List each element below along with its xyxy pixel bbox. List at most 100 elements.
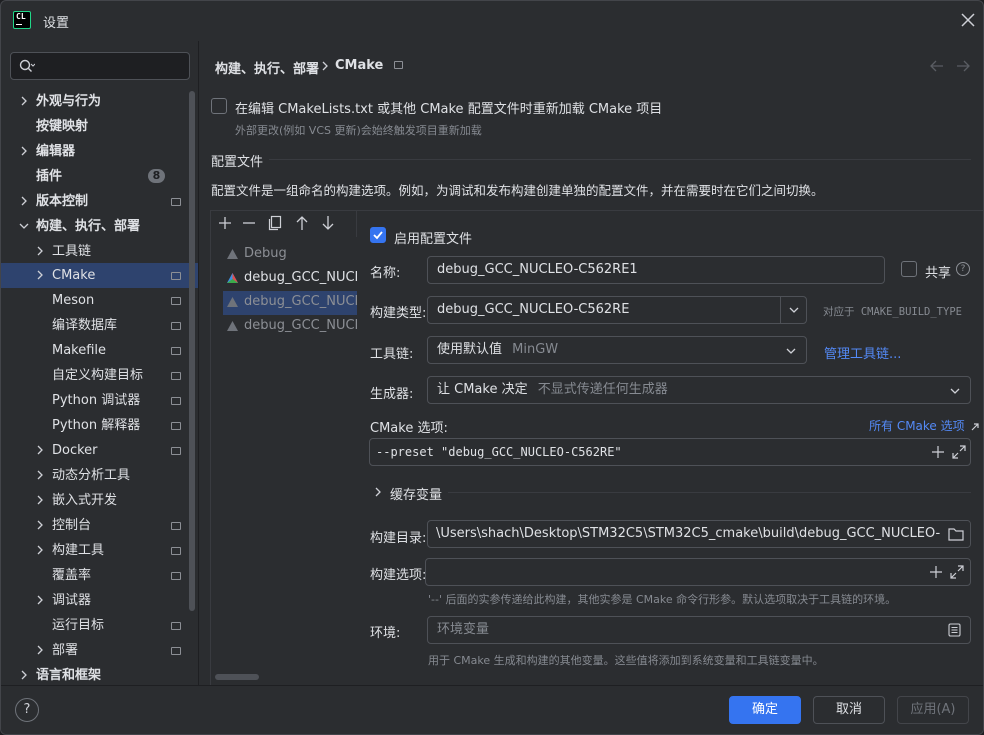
sidebar-item-embedded-dev[interactable]: 嵌入式开发: [1, 488, 189, 513]
insert-macro-icon[interactable]: [932, 446, 944, 458]
chevron-right-icon: [37, 545, 43, 555]
project-scope-icon: [394, 61, 403, 69]
build-options-field[interactable]: [425, 558, 971, 586]
project-scope-icon: [171, 647, 181, 655]
build-dir-value: \Users\shach\Desktop\STM32C5\STM32C5_cma…: [436, 526, 971, 541]
build-type-dropdown-button[interactable]: [780, 297, 806, 323]
sidebar-item-toolchains[interactable]: 工具链: [1, 239, 189, 264]
help-button[interactable]: ?: [15, 698, 39, 722]
build-type-combo[interactable]: debug_GCC_NUCLEO-C562RE: [427, 296, 807, 324]
sidebar-item-label: 构建、执行、部署: [36, 219, 141, 234]
toolchain-value: 使用默认值: [437, 342, 503, 357]
profile-item-debug[interactable]: Debug: [223, 242, 357, 266]
chevron-right-icon: [21, 196, 27, 206]
cancel-button[interactable]: 取消: [813, 696, 885, 724]
sidebar-item-meson[interactable]: Meson: [1, 288, 189, 313]
breadcrumb-parent[interactable]: 构建、执行、部署: [215, 58, 319, 77]
copy-icon[interactable]: [268, 215, 282, 231]
sidebar-item-appearance[interactable]: 外观与行为: [1, 89, 189, 114]
build-type-hint: 对应于 CMAKE_BUILD_TYPE: [823, 306, 962, 318]
sidebar-item-custom-build-targets[interactable]: 自定义构建目标: [1, 363, 189, 388]
sidebar-item-coverage[interactable]: 覆盖率: [1, 563, 189, 588]
toolchain-combo[interactable]: 使用默认值 MinGW: [427, 336, 807, 364]
env-field[interactable]: 环境变量: [427, 616, 971, 644]
back-arrow-icon[interactable]: [930, 60, 944, 72]
sidebar-item-label: 自定义构建目标: [52, 368, 144, 383]
generator-combo[interactable]: 让 CMake 决定 不显式传递任何生成器: [427, 376, 971, 404]
apply-button[interactable]: 应用(A): [897, 696, 969, 724]
help-icon[interactable]: ?: [956, 262, 970, 276]
remove-icon[interactable]: [242, 216, 256, 230]
project-scope-icon: [171, 198, 181, 206]
profile-item[interactable]: debug_GCC_NUCLEO-C562RE: [223, 290, 436, 314]
search-input[interactable]: [10, 52, 190, 80]
project-scope-icon: [171, 447, 181, 455]
sidebar-item-docker[interactable]: Docker: [1, 438, 189, 463]
generator-label: 生成器:: [370, 387, 414, 402]
edit-env-list-icon[interactable]: [948, 623, 961, 637]
sidebar-item-label: 运行目标: [52, 618, 105, 633]
sidebar-item-dynamic-analysis[interactable]: 动态分析工具: [1, 463, 189, 488]
sidebar-item-vcs[interactable]: 版本控制: [1, 189, 189, 214]
project-scope-icon: [171, 522, 181, 530]
sidebar-scrollbar[interactable]: [189, 91, 195, 611]
settings-window: CL 设置 外观与行为 按键映射 编辑器 插件 8 版本控制 构建、执行、部署 …: [0, 0, 984, 735]
sidebar-item-python-debugger[interactable]: Python 调试器: [1, 388, 189, 413]
browse-folder-button[interactable]: [940, 521, 970, 547]
chevron-right-icon: [37, 246, 43, 256]
insert-macro-icon[interactable]: [930, 566, 942, 578]
sidebar-item-makefile[interactable]: Makefile: [1, 338, 189, 363]
chevron-right-icon: [37, 495, 43, 505]
move-down-icon[interactable]: [321, 215, 335, 231]
share-checkbox[interactable]: [901, 261, 917, 277]
profile-item-label: Debug: [244, 246, 287, 261]
project-scope-icon: [171, 322, 181, 330]
sidebar-item-build-tools[interactable]: 构建工具: [1, 538, 189, 563]
sidebar-item-debugger[interactable]: 调试器: [1, 588, 189, 613]
sidebar-item-build-exec-deploy[interactable]: 构建、执行、部署: [1, 214, 189, 239]
sidebar-item-deployment[interactable]: 部署: [1, 638, 189, 663]
enable-profile-checkbox[interactable]: [370, 227, 386, 243]
sidebar-item-editor[interactable]: 编辑器: [1, 139, 189, 164]
expand-field-icon[interactable]: [950, 565, 964, 579]
project-scope-icon: [171, 297, 181, 305]
reload-cmake-checkbox[interactable]: [211, 98, 227, 114]
sidebar-item-label: 调试器: [52, 593, 92, 608]
sidebar-item-label: Meson: [52, 293, 95, 308]
close-icon[interactable]: [959, 11, 977, 29]
external-link-icon: [972, 422, 980, 430]
sidebar-item-python-interpreter[interactable]: Python 解释器: [1, 413, 189, 438]
sidebar-item-label: 编辑器: [36, 144, 76, 159]
sidebar-item-label: 控制台: [52, 518, 92, 533]
all-cmake-options-link[interactable]: 所有 CMake 选项: [869, 417, 980, 434]
profile-item-selected[interactable]: debug_GCC_NUCLEO-C562RE1: [223, 266, 445, 290]
build-dir-field[interactable]: \Users\shach\Desktop\STM32C5\STM32C5_cma…: [427, 520, 971, 548]
sidebar-divider: [198, 41, 199, 686]
cmake-triangle-icon: [227, 249, 238, 259]
sidebar-item-label: 版本控制: [36, 194, 89, 209]
project-scope-icon: [171, 572, 181, 580]
profiles-hscrollbar[interactable]: [215, 674, 259, 680]
chevron-right-icon[interactable]: [373, 487, 383, 497]
ok-button[interactable]: 确定: [729, 696, 801, 724]
build-options-hint: '--' 后面的实参传递给此构建，其他实参是 CMake 命令行形参。默认选项取…: [428, 593, 897, 606]
toolchain-sub: MinGW: [512, 342, 559, 357]
add-icon[interactable]: [218, 216, 232, 230]
manage-toolchains-link[interactable]: 管理工具链...: [824, 343, 901, 362]
profile-item[interactable]: debug_GCC_NUCLEO-C562RE: [223, 314, 436, 338]
sidebar-item-compilation-db[interactable]: 编译数据库: [1, 313, 189, 338]
project-scope-icon: [171, 622, 181, 630]
sidebar-item-label: 部署: [52, 643, 79, 658]
name-field[interactable]: debug_GCC_NUCLEO-C562RE1: [427, 256, 885, 284]
cmake-options-field[interactable]: --preset "debug_GCC_NUCLEO-C562RE": [369, 438, 971, 466]
cache-variables-toggle[interactable]: 缓存变量: [390, 484, 442, 503]
sidebar-item-console[interactable]: 控制台: [1, 513, 189, 538]
chevron-right-icon: [37, 470, 43, 480]
sidebar-item-run-targets[interactable]: 运行目标: [1, 613, 189, 638]
forward-arrow-icon[interactable]: [956, 60, 970, 72]
move-up-icon[interactable]: [295, 215, 309, 231]
profiles-list: Debug debug_GCC_NUCLEO-C562RE1 debug_GCC…: [211, 237, 445, 686]
sidebar-item-cmake[interactable]: CMake: [1, 263, 189, 288]
sidebar-item-keymap[interactable]: 按键映射: [1, 114, 189, 139]
expand-field-icon[interactable]: [952, 445, 966, 459]
